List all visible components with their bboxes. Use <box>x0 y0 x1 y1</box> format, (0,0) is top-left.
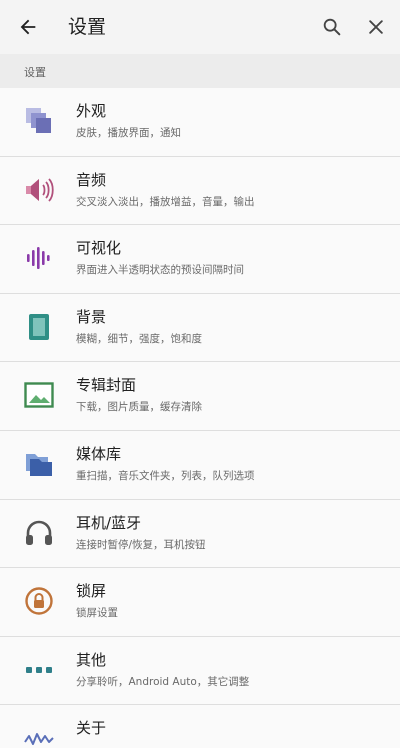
settings-item-subtitle: 分享聆听，Android Auto，其它调整 <box>76 675 250 688</box>
settings-item-subtitle: 连接时暂停/恢复，耳机按钮 <box>76 538 206 551</box>
settings-item-library[interactable]: 媒体库 重扫描，音乐文件夹，列表，队列选项 <box>0 430 400 500</box>
settings-item-label: 音频 <box>76 170 107 189</box>
search-icon[interactable] <box>318 13 346 41</box>
settings-item-subtitle: 下载，图片质量，缓存清除 <box>76 401 202 414</box>
settings-item-label: 媒体库 <box>76 444 122 463</box>
waveform-icon <box>22 721 56 748</box>
settings-item-label: 关于 <box>76 719 107 738</box>
speaker-icon <box>22 173 56 207</box>
settings-item-lockscreen[interactable]: 锁屏 锁屏设置 <box>0 568 400 637</box>
page-title: 设置 <box>68 16 107 38</box>
background-icon <box>22 310 56 344</box>
settings-item-headset-bluetooth[interactable]: 耳机/蓝牙 连接时暂停/恢复，耳机按钮 <box>0 499 400 569</box>
settings-item-label: 专辑封面 <box>76 376 137 395</box>
equalizer-icon <box>22 241 56 275</box>
settings-item-label: 锁屏 <box>76 582 107 601</box>
settings-item-other[interactable]: 其他 分享聆听，Android Auto，其它调整 <box>0 636 400 706</box>
settings-item-about[interactable]: 关于 <box>0 705 400 748</box>
section-title: 设置 <box>24 66 46 79</box>
settings-item-subtitle: 交叉淡入淡出，播放增益，音量，输出 <box>76 195 255 208</box>
settings-item-subtitle: 模糊，细节，强度，饱和度 <box>76 332 202 345</box>
settings-list: 外观 皮肤，播放界面，通知 音频 交叉淡入淡出，播放增益，音量，输出 可视化 界… <box>0 88 400 748</box>
app-bar: 设置 <box>0 0 400 54</box>
settings-item-visualizer[interactable]: 可视化 界面进入半透明状态的预设间隔时间 <box>0 225 400 294</box>
settings-item-subtitle: 皮肤，播放界面，通知 <box>76 127 181 139</box>
more-icon <box>22 653 56 687</box>
settings-item-label: 其他 <box>76 650 107 669</box>
settings-item-label: 可视化 <box>76 239 122 258</box>
settings-item-subtitle: 锁屏设置 <box>76 607 118 620</box>
settings-item-label: 背景 <box>76 307 107 326</box>
section-header: 设置 <box>0 54 400 88</box>
settings-item-subtitle: 重扫描，音乐文件夹，列表，队列选项 <box>76 469 255 482</box>
layers-icon <box>22 104 56 138</box>
settings-item-label: 耳机/蓝牙 <box>76 513 142 532</box>
settings-item-appearance[interactable]: 外观 皮肤，播放界面，通知 <box>0 88 400 157</box>
settings-item-background[interactable]: 背景 模糊，细节，强度，饱和度 <box>0 293 400 363</box>
settings-item-label: 外观 <box>76 102 107 120</box>
settings-item-audio[interactable]: 音频 交叉淡入淡出，播放增益，音量，输出 <box>0 156 400 226</box>
settings-item-album-art[interactable]: 专辑封面 下载，图片质量，缓存清除 <box>0 362 400 431</box>
settings-item-subtitle: 界面进入半透明状态的预设间隔时间 <box>76 264 244 277</box>
lock-icon <box>22 584 56 618</box>
headphones-icon <box>22 516 56 550</box>
folder-icon <box>22 447 56 481</box>
close-icon[interactable] <box>362 13 390 41</box>
back-icon[interactable] <box>14 13 42 41</box>
image-icon <box>22 378 56 412</box>
